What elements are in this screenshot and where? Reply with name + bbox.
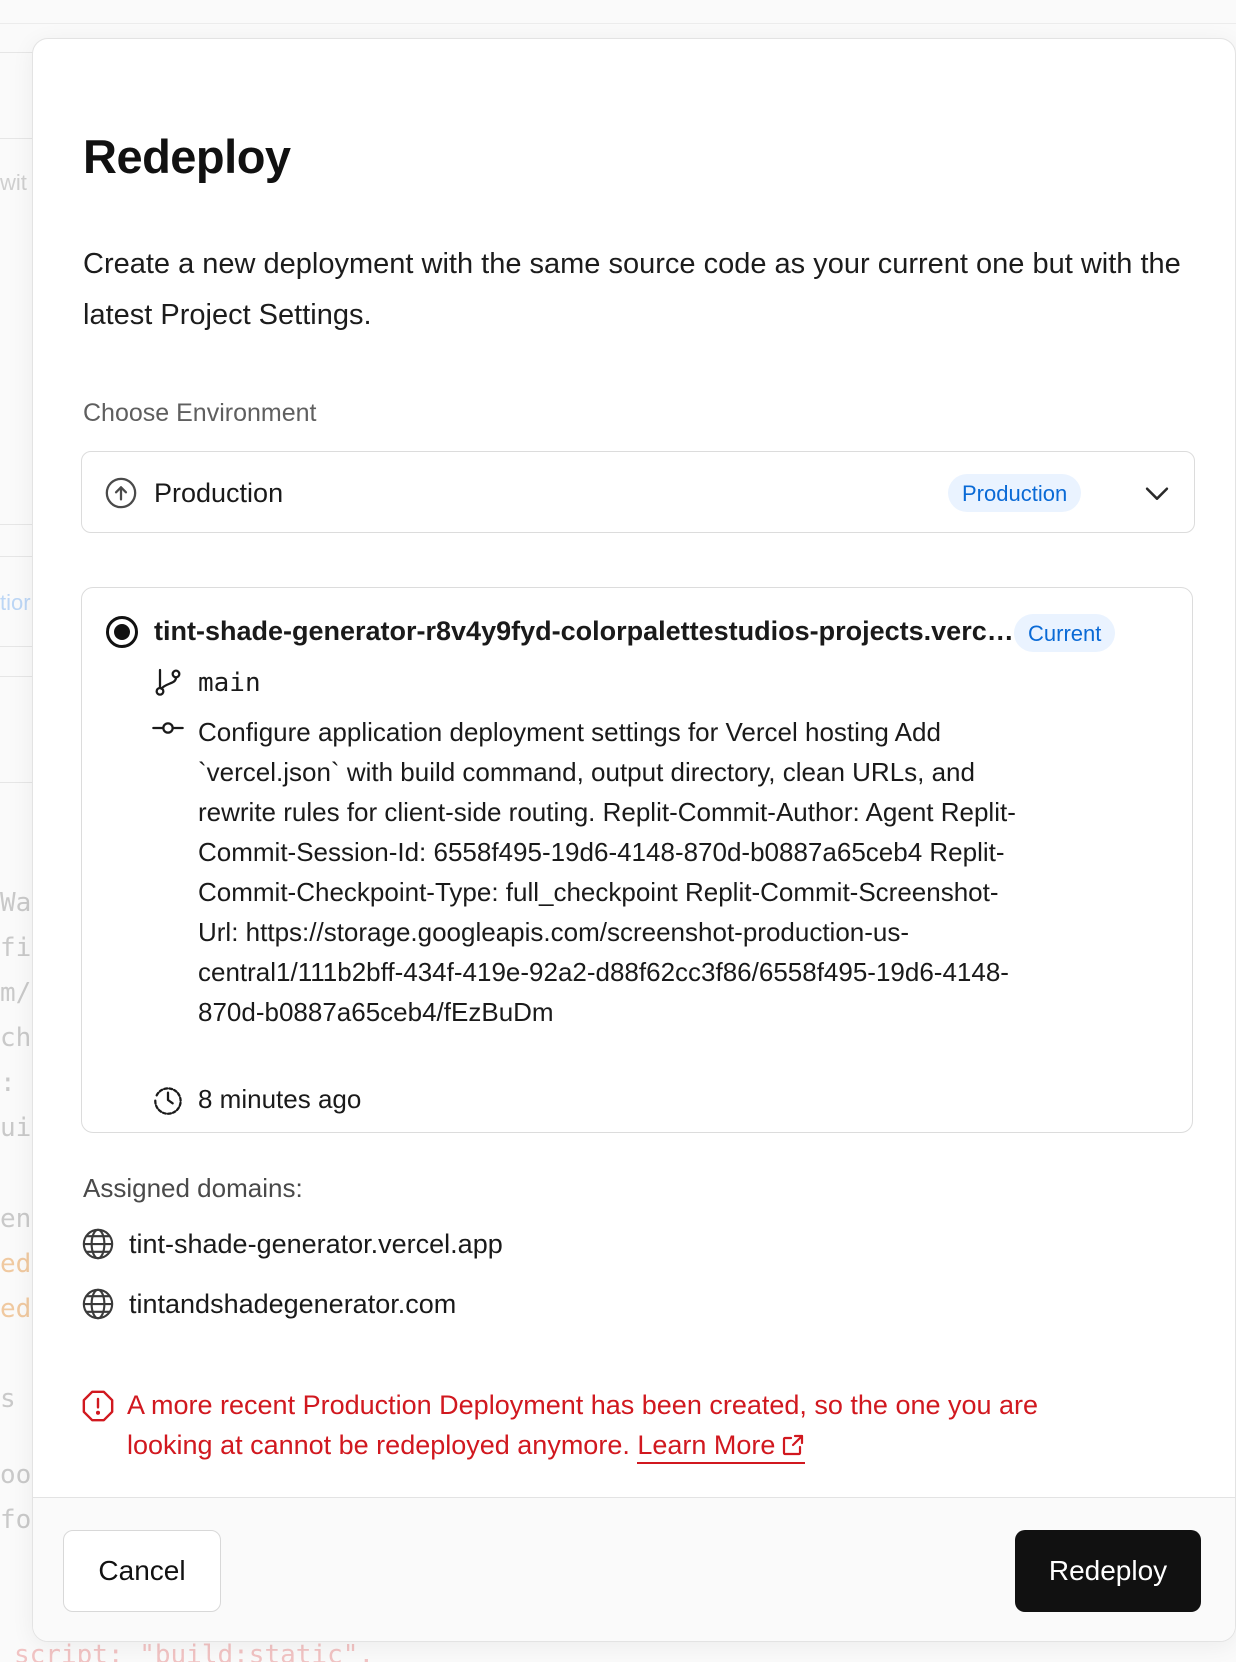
commit-message: Configure application deployment setting… (198, 717, 1016, 1027)
redeploy-dialog: Redeploy Create a new deployment with th… (32, 38, 1236, 1642)
redeploy-warning: A more recent Production Deployment has … (127, 1385, 1107, 1465)
dialog-description: Create a new deployment with the same so… (83, 248, 1181, 331)
globe-icon (82, 1228, 114, 1260)
branch-name: main (198, 668, 261, 698)
deployment-radio[interactable] (106, 616, 138, 648)
background-text: wit (0, 170, 27, 195)
learn-more-label: Learn More (637, 1430, 776, 1460)
background-code: ui (0, 1113, 32, 1143)
redeploy-button[interactable]: Redeploy (1015, 1530, 1201, 1612)
domain-text: tint-shade-generator.vercel.app (129, 1229, 503, 1259)
background-code: ch (0, 1023, 32, 1053)
assigned-domains-label: Assigned domains: (83, 1173, 303, 1203)
deployment-url: tint-shade-generator-r8v4y9fyd-colorpale… (154, 616, 1014, 646)
background-code: m/ (0, 978, 32, 1008)
background-code: Wa (0, 888, 32, 918)
dialog-footer: Cancel Redeploy (33, 1497, 1235, 1641)
background-topbar (0, 0, 1236, 24)
background-code: ed (0, 1249, 32, 1279)
deployment-time: 8 minutes ago (198, 1084, 362, 1114)
git-commit-icon (152, 722, 184, 734)
external-link-icon (783, 1434, 804, 1456)
background-text: tior (0, 590, 31, 615)
arrow-up-circle-icon (105, 477, 137, 509)
globe-icon (82, 1288, 114, 1320)
background-code: en (0, 1204, 32, 1234)
environment-label: Choose Environment (83, 399, 317, 427)
git-branch-icon (155, 668, 181, 696)
cancel-button[interactable]: Cancel (63, 1530, 221, 1612)
background-code: script: "build:static", (14, 1640, 375, 1662)
background-code: : (0, 1068, 16, 1098)
domain-text: tintandshadegenerator.com (129, 1289, 457, 1319)
background-code: fi (0, 933, 32, 963)
background-code: s (0, 1384, 16, 1414)
clock-history-icon (154, 1087, 182, 1115)
learn-more-link[interactable]: Learn More (637, 1430, 806, 1464)
chevron-down-icon[interactable] (1140, 476, 1174, 510)
environment-select[interactable]: Production Production (81, 451, 1195, 533)
deployment-card[interactable]: tint-shade-generator-r8v4y9fyd-colorpale… (81, 587, 1193, 1133)
dialog-title: Redeploy (83, 130, 291, 183)
environment-badge: Production (948, 474, 1082, 512)
warning-text: A more recent Production Deployment has … (127, 1390, 1039, 1460)
environment-selected-value: Production (154, 478, 284, 508)
dialog-body: Redeploy Create a new deployment with th… (33, 39, 1235, 1497)
background-code: oo (0, 1460, 32, 1490)
background-code: ed (0, 1294, 32, 1324)
alert-octagon-icon (82, 1390, 114, 1422)
background-code: fo (0, 1505, 32, 1535)
current-badge: Current (1014, 614, 1116, 652)
